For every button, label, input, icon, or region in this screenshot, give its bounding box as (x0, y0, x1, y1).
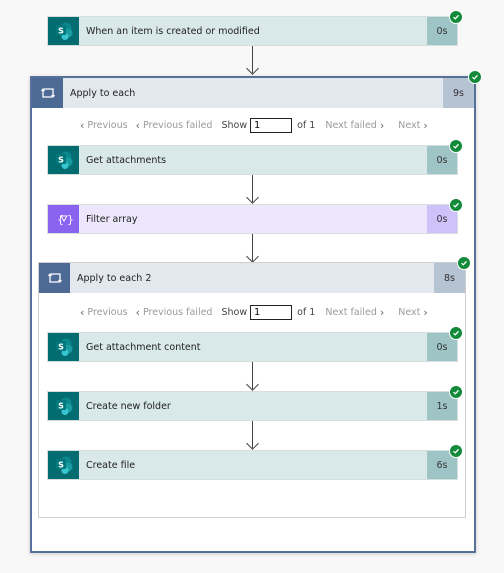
show-label: Show (221, 120, 248, 131)
trigger-title: When an item is created or modified (79, 17, 427, 45)
chevron-right-icon: › (423, 306, 428, 319)
chevron-left-icon: ‹ (80, 306, 85, 319)
success-check-icon (457, 256, 471, 270)
action-title: Create new folder (79, 392, 427, 420)
chevron-left-icon: ‹ (135, 119, 140, 132)
next-failed-label: Next failed (325, 307, 377, 318)
apply-to-each-title: Apply to each (63, 78, 443, 108)
chevron-right-icon: › (379, 306, 385, 319)
action-card-get-attachment-content[interactable]: S Get attachment content 0s (47, 326, 463, 362)
previous-button[interactable]: ‹ Previous (80, 306, 128, 319)
sharepoint-icon: S (48, 392, 79, 420)
previous-button[interactable]: ‹ Previous (80, 119, 128, 132)
apply-to-each-2-title: Apply to each 2 (70, 263, 434, 293)
success-check-icon (449, 385, 463, 399)
action-title: Filter array (79, 205, 427, 233)
next-failed-label: Next failed (325, 120, 377, 131)
apply-to-each-2-pager: ‹Previous ‹Previous failed Show of 1 Nex… (80, 305, 428, 320)
arrowhead-icon (246, 62, 259, 75)
iteration-input[interactable] (250, 305, 293, 320)
chevron-right-icon: › (423, 119, 428, 132)
apply-to-each-pager: ‹Previous ‹Previous failed Show of 1 Nex… (80, 118, 428, 133)
action-title: Get attachment content (79, 333, 427, 361)
next-label: Next (398, 307, 421, 318)
sharepoint-icon: S (48, 146, 79, 174)
next-button[interactable]: Next › (398, 306, 428, 319)
sharepoint-icon: S (48, 333, 79, 361)
svg-text:S: S (58, 460, 64, 469)
chevron-left-icon: ‹ (80, 119, 85, 132)
action-card-get-attachments[interactable]: S Get attachments 0s (47, 139, 463, 175)
svg-text:}: } (67, 213, 74, 226)
previous-failed-button[interactable]: ‹ Previous failed (136, 306, 213, 319)
svg-text:S: S (58, 155, 64, 164)
previous-failed-button[interactable]: ‹ Previous failed (136, 119, 213, 132)
loop-icon (32, 78, 63, 108)
success-check-icon (468, 70, 482, 84)
svg-text:S: S (58, 342, 64, 351)
action-title: Create file (79, 451, 427, 479)
action-card-create-new-folder[interactable]: S Create new folder 1s (47, 385, 463, 421)
svg-text:S: S (58, 26, 64, 35)
action-card-create-file[interactable]: S Create file 6s (47, 444, 463, 480)
previous-failed-label: Previous failed (142, 120, 213, 131)
sharepoint-icon: S (48, 451, 79, 479)
chevron-left-icon: ‹ (135, 306, 140, 319)
previous-failed-label: Previous failed (142, 307, 213, 318)
svg-text:S: S (58, 401, 64, 410)
next-failed-button[interactable]: Next failed › (325, 119, 384, 132)
next-label: Next (398, 120, 421, 131)
success-check-icon (449, 139, 463, 153)
apply-to-each-2-header[interactable]: Apply to each 2 8s (39, 263, 465, 293)
chevron-right-icon: › (379, 119, 385, 132)
next-failed-button[interactable]: Next failed › (325, 306, 384, 319)
of-total-label: of 1 (297, 120, 316, 131)
iteration-input[interactable] (250, 118, 293, 133)
apply-to-each-header[interactable]: Apply to each 9s (32, 78, 474, 108)
action-title: Get attachments (79, 146, 427, 174)
success-check-icon (449, 326, 463, 340)
action-card-filter-array[interactable]: {} Filter array 0s (47, 198, 463, 234)
success-check-icon (449, 444, 463, 458)
success-check-icon (449, 10, 463, 24)
show-label: Show (221, 307, 248, 318)
previous-label: Previous (87, 307, 128, 318)
sharepoint-icon: S (48, 17, 79, 45)
trigger-card[interactable]: S When an item is created or modified 0s (47, 10, 463, 46)
loop-icon (39, 263, 70, 293)
apply-to-each-duration: 9s (443, 78, 474, 108)
success-check-icon (449, 198, 463, 212)
next-button[interactable]: Next › (398, 119, 428, 132)
previous-label: Previous (87, 120, 128, 131)
filter-array-icon: {} (48, 205, 79, 233)
of-total-label: of 1 (297, 307, 316, 318)
